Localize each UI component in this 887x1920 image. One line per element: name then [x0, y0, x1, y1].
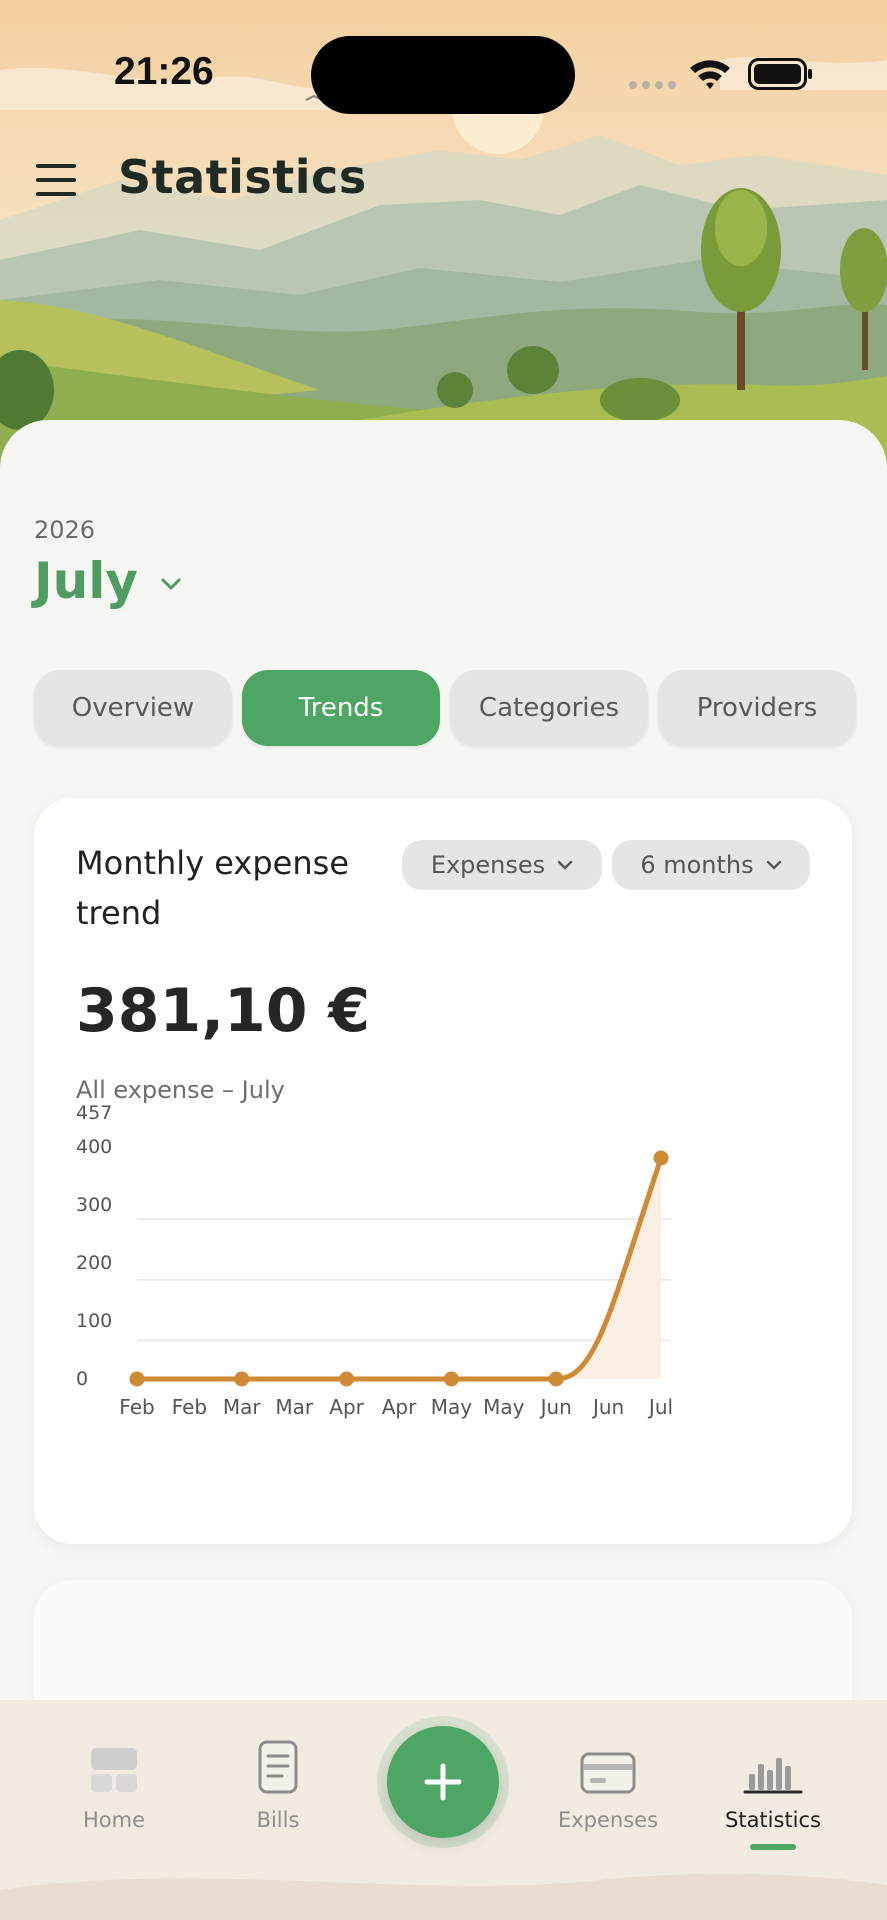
x-tick-label: Jul: [647, 1395, 673, 1419]
x-tick-label: Apr: [382, 1395, 417, 1419]
y-tick-label: 0: [76, 1368, 88, 1390]
data-point: [443, 1371, 459, 1387]
y-tick-label: 457: [76, 1102, 112, 1124]
hamburger-icon-line: [36, 178, 76, 182]
chart-grid: [137, 1218, 671, 1342]
status-bar: 21:26: [0, 0, 887, 150]
chevron-down-icon: [161, 578, 181, 590]
hamburger-icon-line: [36, 192, 76, 196]
x-tick-label: Feb: [172, 1395, 207, 1419]
year-label: 2026: [34, 516, 96, 544]
y-tick-label: 200: [76, 1252, 112, 1274]
chart-y-axis: 457 400 300 200 100 0: [76, 1102, 112, 1390]
x-tick-label: Jun: [539, 1395, 572, 1419]
dynamic-island: [311, 36, 575, 114]
status-time: 21:26: [114, 50, 214, 93]
tab-trends[interactable]: Trends: [242, 670, 440, 746]
tab-categories[interactable]: Categories: [450, 670, 648, 746]
chevron-down-icon: [766, 860, 781, 870]
month-label: July: [34, 552, 138, 610]
range-filter-dropdown[interactable]: 6 months: [612, 840, 810, 890]
home-icon: [91, 1748, 137, 1792]
plus-icon: [424, 1763, 462, 1801]
x-tick-label: Mar: [223, 1395, 262, 1419]
tab-overview[interactable]: Overview: [34, 670, 232, 746]
month-selector[interactable]: July: [34, 552, 182, 610]
active-tab-indicator: [750, 1844, 796, 1850]
stats-tabs: Overview Trends Categories Providers: [34, 670, 856, 746]
chart-area-fill: [556, 1158, 661, 1379]
trend-card: Monthly expense trend Expenses 6 months …: [34, 798, 852, 1544]
chevron-down-icon: [557, 860, 573, 870]
menu-button[interactable]: [36, 164, 82, 204]
tab-providers[interactable]: Providers: [658, 670, 856, 746]
x-tick-label: Feb: [119, 1395, 154, 1419]
x-tick-label: Apr: [329, 1395, 364, 1419]
nav-label-bills: Bills: [256, 1808, 300, 1832]
range-filter-label: 6 months: [640, 851, 754, 879]
data-point: [234, 1371, 250, 1387]
nav-item-statistics[interactable]: Statistics: [713, 1730, 833, 1850]
wifi-icon: [690, 60, 730, 89]
expense-trend-chart: 457 400 300 200 100 0 Feb Feb Mar Mar Apr Apr May Ma…: [76, 1102, 673, 1419]
page-title: Statistics: [118, 150, 367, 204]
nav-label-statistics: Statistics: [725, 1808, 821, 1832]
x-tick-label: Jun: [591, 1395, 624, 1419]
y-tick-label: 100: [76, 1310, 112, 1332]
bottom-navigation: Home Bills Expenses Statistics: [0, 1700, 887, 1920]
bar-chart-icon: [743, 1758, 803, 1794]
x-tick-label: Mar: [275, 1395, 314, 1419]
bills-icon: [258, 1740, 298, 1794]
total-amount: 381,10 €: [76, 976, 371, 1046]
type-filter-label: Expenses: [430, 851, 546, 879]
hamburger-icon-line: [36, 164, 76, 168]
battery-icon: [748, 58, 812, 90]
y-tick-label: 400: [76, 1136, 112, 1158]
secondary-card: [34, 1580, 852, 1700]
type-filter-dropdown[interactable]: Expenses: [402, 840, 602, 890]
x-tick-label: May: [431, 1395, 473, 1419]
signal-dots-icon: [629, 81, 676, 89]
x-tick-label: May: [483, 1395, 525, 1419]
data-point: [339, 1371, 355, 1387]
credit-card-icon: [580, 1752, 636, 1794]
nav-item-home[interactable]: Home: [54, 1730, 174, 1832]
nav-label-home: Home: [82, 1808, 145, 1832]
statistics-sheet: 2026 July Overview Trends Categories Pro…: [0, 420, 887, 1700]
chart-series-line: [134, 1155, 664, 1382]
nav-item-expenses[interactable]: Expenses: [548, 1730, 668, 1832]
nav-item-bills[interactable]: Bills: [218, 1730, 338, 1832]
chart-points: [129, 1150, 669, 1387]
data-point: [653, 1150, 669, 1166]
card-title: Monthly expense trend: [76, 844, 349, 932]
chart-x-axis: Feb Feb Mar Mar Apr Apr May May Jun Jun Jul: [119, 1395, 673, 1419]
data-point: [129, 1371, 145, 1387]
nav-label-expenses: Expenses: [557, 1808, 659, 1832]
data-point: [548, 1371, 564, 1387]
y-tick-label: 300: [76, 1194, 112, 1216]
add-button[interactable]: [387, 1726, 499, 1838]
